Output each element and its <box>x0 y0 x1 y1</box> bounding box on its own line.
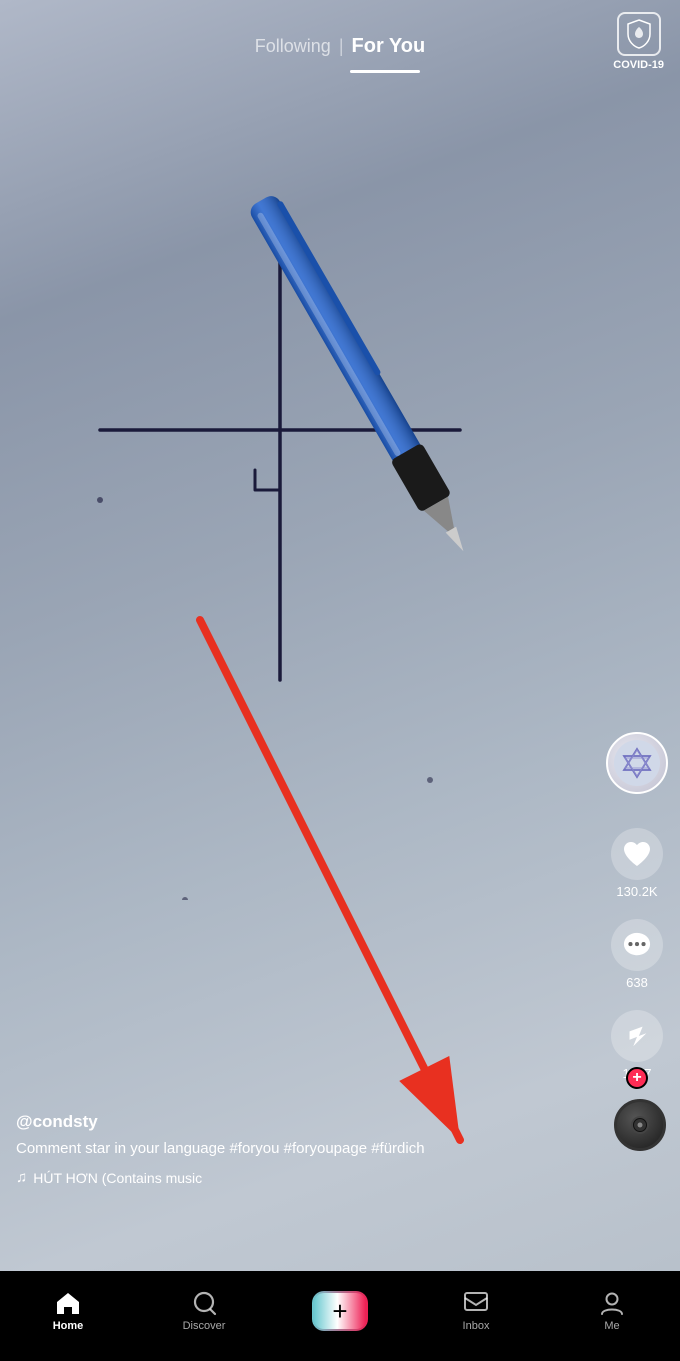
share-icon-circle <box>611 1010 663 1062</box>
video-caption: Comment star in your language #foryou #f… <box>16 1138 580 1159</box>
home-icon <box>55 1290 81 1316</box>
me-label: Me <box>604 1320 619 1332</box>
music-note-icon: ♫ <box>16 1169 27 1186</box>
music-text: HÚT HƠN (Contains music <box>33 1170 202 1186</box>
covid-shield-icon <box>617 12 661 56</box>
music-disc-inner <box>631 1116 649 1134</box>
follow-plus-button[interactable]: + <box>626 1067 648 1089</box>
heart-icon <box>622 840 652 868</box>
comment-count: 638 <box>626 975 648 990</box>
covid-badge[interactable]: COVID-19 <box>613 12 664 71</box>
discover-icon <box>191 1290 217 1316</box>
music-disc[interactable] <box>614 1099 666 1151</box>
video-info-panel: @condsty Comment star in your language #… <box>16 1112 580 1186</box>
create-button[interactable]: + <box>314 1293 366 1329</box>
like-icon-circle <box>611 828 663 880</box>
nav-inbox[interactable]: Inbox <box>408 1290 544 1332</box>
active-tab-indicator <box>350 70 420 73</box>
plus-icon: + <box>332 1298 347 1324</box>
following-tab[interactable]: Following <box>255 36 331 57</box>
covid-label: COVID-19 <box>613 59 664 71</box>
comment-icon-circle <box>611 919 663 971</box>
right-action-panel: + 130.2K 638 1907 <box>606 732 668 1081</box>
comment-action[interactable]: 638 <box>611 919 663 990</box>
bottom-navigation: Home Discover + Inbox Me <box>0 1271 680 1361</box>
nav-home[interactable]: Home <box>0 1290 136 1332</box>
nav-me[interactable]: Me <box>544 1290 680 1332</box>
comment-icon <box>622 931 652 959</box>
music-note-small-icon <box>633 1118 647 1132</box>
top-navigation: Following | For You <box>0 0 680 83</box>
creator-username[interactable]: @condsty <box>16 1112 580 1132</box>
music-info[interactable]: ♫ HÚT HƠN (Contains music <box>16 1169 580 1186</box>
creator-avatar-container[interactable]: + <box>606 732 668 794</box>
share-icon <box>622 1022 652 1050</box>
video-content <box>0 80 680 900</box>
creator-avatar <box>606 732 668 794</box>
like-count: 130.2K <box>616 884 657 899</box>
nav-discover[interactable]: Discover <box>136 1290 272 1332</box>
nav-create[interactable]: + <box>272 1293 408 1329</box>
home-label: Home <box>53 1320 84 1332</box>
like-action[interactable]: 130.2K <box>611 828 663 899</box>
inbox-icon <box>463 1290 489 1316</box>
profile-icon <box>599 1290 625 1316</box>
inbox-label: Inbox <box>463 1320 490 1332</box>
for-you-tab[interactable]: For You <box>352 35 426 58</box>
discover-label: Discover <box>183 1320 226 1332</box>
nav-separator: | <box>339 36 344 57</box>
avatar-image <box>614 740 660 786</box>
